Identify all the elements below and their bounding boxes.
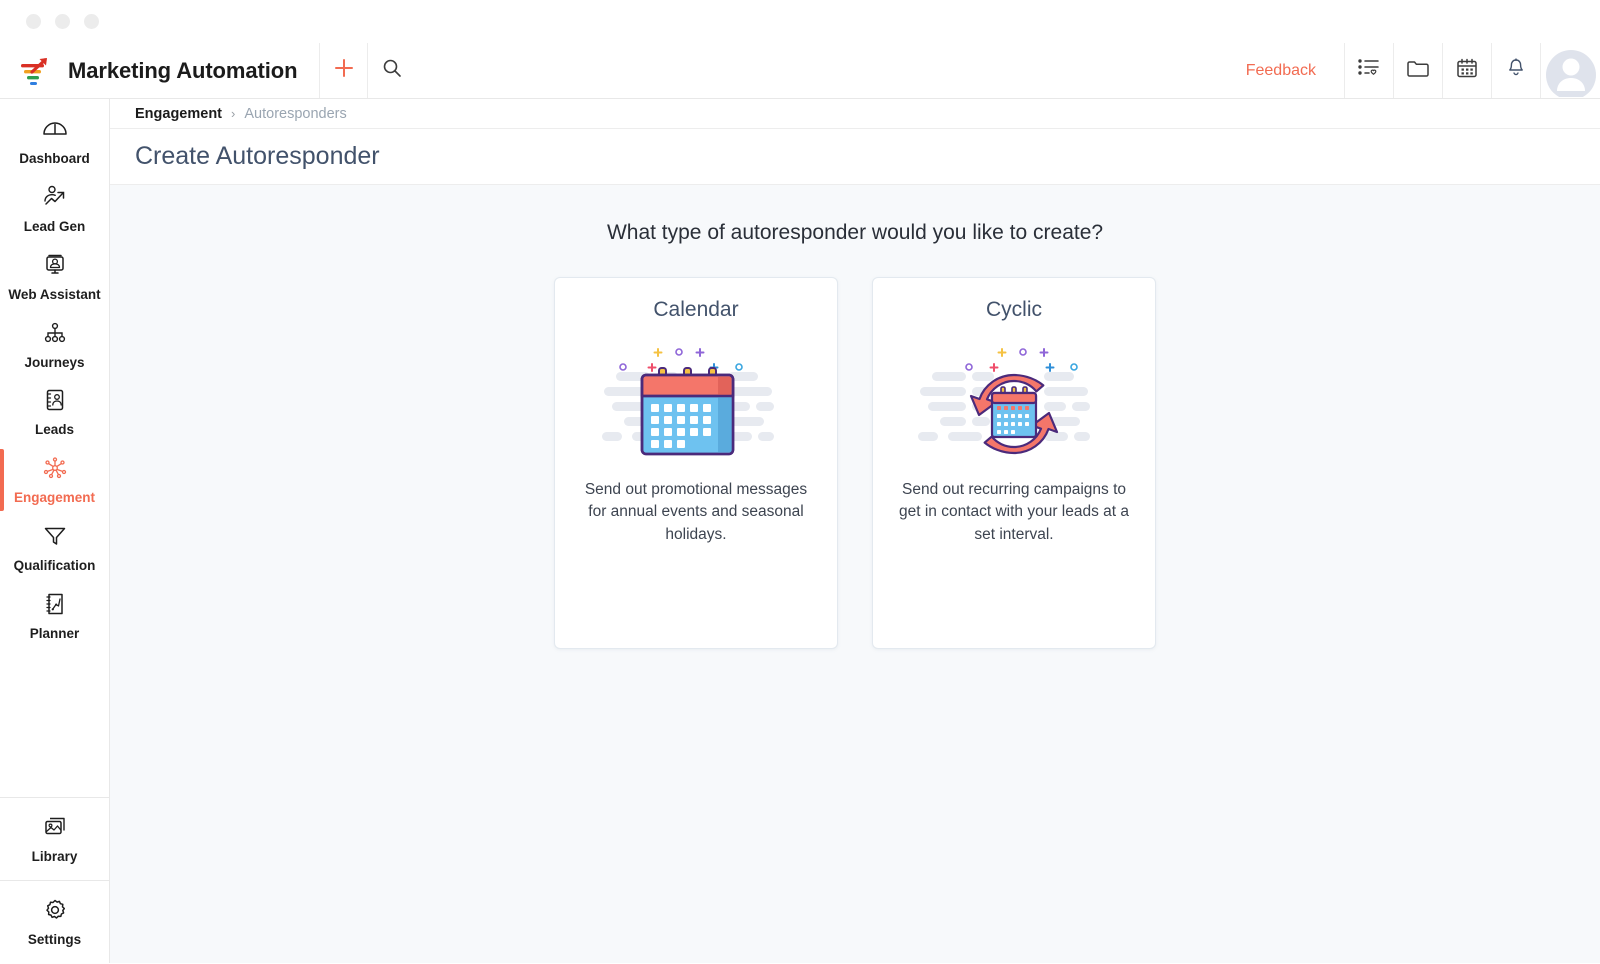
window-dot-close[interactable]	[26, 14, 41, 29]
card-title: Calendar	[653, 298, 739, 321]
gear-icon	[41, 897, 69, 928]
card-calendar[interactable]: Calendar Send out promotional messages f…	[554, 277, 838, 649]
sidebar-item-label: Qualification	[13, 558, 96, 574]
library-icon	[41, 814, 69, 845]
prompt-text: What type of autoresponder would you lik…	[606, 221, 1104, 244]
list-favorites-button[interactable]	[1344, 43, 1393, 98]
marketing-automation-logo-icon	[18, 55, 54, 87]
cyclic-calendar-illustration-icon	[914, 334, 1114, 465]
sidebar-item-label: Journeys	[24, 354, 85, 370]
app-title: Marketing Automation	[68, 57, 298, 83]
sidebar-item-journeys[interactable]: Journeys	[0, 311, 109, 379]
sidebar-item-label: Dashboard	[19, 151, 90, 166]
feedback-label: Feedback	[1245, 61, 1316, 79]
card-cyclic[interactable]: Cyclic Send out recurring campaigns to g…	[872, 277, 1156, 649]
sidebar-item-settings[interactable]: Settings	[0, 881, 109, 963]
breadcrumb-autoresponders: Autoresponders	[244, 105, 347, 122]
breadcrumb: Engagement › Autoresponders	[110, 99, 1600, 129]
window-dot-maximize[interactable]	[84, 14, 99, 29]
sidebar-item-label: Lead Gen	[23, 218, 86, 234]
lead-gen-icon	[41, 184, 69, 215]
gauge-icon	[41, 116, 69, 147]
sidebar-item-label: Leads	[34, 422, 75, 438]
body: Dashboard Lead Gen Web Assistant Journey…	[0, 99, 1600, 963]
notifications-button[interactable]	[1491, 43, 1540, 98]
calendar-illustration-icon	[596, 334, 796, 465]
add-button[interactable]	[319, 43, 367, 98]
feedback-button[interactable]: Feedback	[1218, 43, 1344, 98]
sidebar: Dashboard Lead Gen Web Assistant Journey…	[0, 99, 110, 963]
breadcrumb-engagement[interactable]: Engagement	[135, 106, 222, 122]
chevron-right-icon: ›	[231, 106, 236, 121]
funnel-icon	[41, 523, 69, 554]
avatar[interactable]	[1540, 43, 1600, 98]
page-title: Create Autoresponder	[135, 142, 380, 170]
search-button[interactable]	[367, 43, 415, 98]
sidebar-item-label: Library	[31, 849, 78, 865]
sidebar-item-lead-gen[interactable]: Lead Gen	[0, 175, 109, 243]
content-area: What type of autoresponder would you lik…	[110, 185, 1600, 963]
calendar-button[interactable]	[1442, 43, 1491, 98]
folder-button[interactable]	[1393, 43, 1442, 98]
sidebar-item-library[interactable]: Library	[0, 798, 109, 880]
planner-icon	[41, 591, 69, 622]
window-dot-minimize[interactable]	[55, 14, 70, 29]
list-favorites-icon	[1357, 57, 1381, 84]
page-header: Create Autoresponder	[110, 129, 1600, 185]
engagement-icon	[41, 455, 69, 486]
calendar-icon	[1455, 57, 1479, 84]
card-description: Send out promotional messages for annual…	[584, 481, 808, 543]
window-chrome	[0, 0, 1600, 43]
sidebar-item-label: Settings	[27, 932, 82, 948]
leads-icon	[41, 387, 69, 418]
sidebar-item-label: Planner	[29, 625, 80, 641]
journeys-icon	[41, 320, 69, 351]
bell-icon	[1505, 57, 1527, 84]
plus-icon	[333, 57, 355, 84]
sidebar-item-leads[interactable]: Leads	[0, 378, 109, 446]
sidebar-item-planner[interactable]: Planner	[0, 582, 109, 650]
user-avatar-icon	[1545, 49, 1596, 97]
card-description: Send out recurring campaigns to get in c…	[898, 481, 1130, 543]
sidebar-item-web-assistant[interactable]: Web Assistant	[0, 243, 109, 311]
sidebar-item-label: Web Assistant	[8, 286, 101, 302]
brand[interactable]: Marketing Automation	[0, 43, 319, 98]
autoresponder-type-cards: Calendar Send out promotional messages f…	[110, 277, 1600, 649]
top-bar: Marketing Automation Feedback	[0, 43, 1600, 99]
folder-icon	[1406, 57, 1430, 84]
card-title: Cyclic	[986, 298, 1042, 321]
sidebar-item-dashboard[interactable]: Dashboard	[0, 107, 109, 175]
main-area: Engagement › Autoresponders Create Autor…	[110, 99, 1600, 963]
web-assistant-icon	[41, 252, 69, 283]
sidebar-item-qualification[interactable]: Qualification	[0, 514, 109, 582]
sidebar-item-label: Engagement	[13, 490, 95, 506]
sidebar-item-engagement[interactable]: Engagement	[0, 446, 109, 514]
search-icon	[382, 58, 402, 83]
sidebar-bottom: Library Settings	[0, 797, 109, 963]
